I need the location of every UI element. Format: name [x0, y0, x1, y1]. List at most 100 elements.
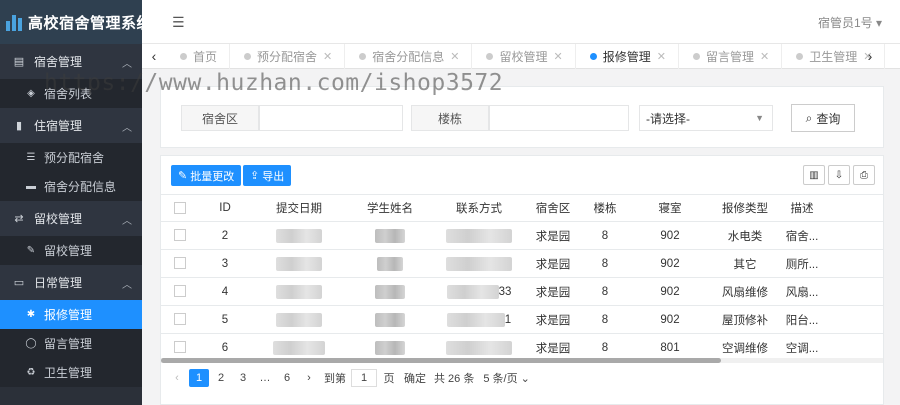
cell-room: 902	[660, 229, 680, 242]
sidebar-item-hygiene[interactable]: ♻ 卫生管理	[0, 358, 142, 387]
cell-id: 6	[221, 341, 229, 354]
sidebar-item-stay[interactable]: ✎ 留校管理	[0, 236, 142, 265]
menu-group-lodging[interactable]: ▮ 住宿管理 ︿	[0, 108, 142, 143]
column-header: 联系方式	[456, 203, 502, 215]
column-header: 描述	[790, 203, 814, 215]
tab-stay[interactable]: 留校管理 ✕	[472, 43, 576, 69]
row-checkbox[interactable]	[161, 257, 199, 270]
list-icon: ☰	[26, 152, 36, 163]
next-page-button[interactable]: ›	[299, 369, 319, 387]
cell-date-redacted	[251, 340, 347, 355]
cell-id: 2	[221, 229, 229, 242]
cell-type: 其它	[733, 258, 757, 271]
desktop-icon: ▭	[13, 277, 25, 289]
cell-room: 902	[660, 285, 680, 298]
column-header: 报修类型	[722, 203, 768, 215]
cell-date-redacted	[251, 312, 347, 327]
chevron-left-icon[interactable]: ‹	[142, 48, 166, 64]
sidebar-item-label: 留言管理	[44, 337, 93, 351]
table-row[interactable]: 4 33 求是园 8 902 风扇维修 风扇...	[161, 278, 883, 306]
print-icon[interactable]: ⎙	[853, 165, 875, 185]
page-6-button[interactable]: 6	[277, 369, 297, 387]
row-checkbox[interactable]	[161, 341, 199, 354]
batch-update-button[interactable]: ✎ 批量更改	[171, 165, 242, 186]
menu-group-label: 宿舍管理	[34, 55, 83, 69]
menu-group-daily[interactable]: ▭ 日常管理 ︿	[0, 265, 142, 300]
tab-assign-info[interactable]: 宿舍分配信息 ✕	[345, 43, 473, 69]
column-header: 提交日期	[276, 203, 322, 215]
close-icon[interactable]: ✕	[760, 50, 769, 63]
row-checkbox[interactable]	[161, 229, 199, 242]
sidebar-item-repair[interactable]: ✱ 报修管理	[0, 300, 142, 329]
recycle-icon: ♻	[26, 367, 36, 378]
scrollbar-thumb[interactable]	[161, 358, 721, 363]
building-input[interactable]	[489, 105, 629, 131]
goto-page-input[interactable]: 1	[351, 369, 377, 387]
hamburger-icon[interactable]: ☰	[172, 14, 185, 31]
cell-id: 5	[221, 313, 229, 326]
status-select[interactable]: -请选择- ▼	[639, 105, 773, 131]
menu-group-label: 住宿管理	[34, 119, 83, 133]
page-3-button[interactable]: 3	[233, 369, 253, 387]
cell-room: 902	[660, 313, 680, 326]
row-checkbox[interactable]	[161, 313, 199, 326]
select-all-checkbox[interactable]	[161, 201, 199, 214]
table-row[interactable]: 3 求是园 8 902 其它 厕所...	[161, 250, 883, 278]
goto-confirm-button[interactable]: 确定	[401, 369, 429, 387]
table-row[interactable]: 5 1 求是园 8 902 屋顶修补 阳台...	[161, 306, 883, 334]
comment-icon: ◯	[25, 338, 37, 349]
cell-desc: 空调...	[785, 342, 819, 355]
table-row[interactable]: 2 求是园 8 902 水电类 宿舍...	[161, 222, 883, 250]
export-button[interactable]: ⇪ 导出	[243, 165, 292, 186]
cell-phone-redacted	[433, 256, 525, 271]
sidebar-item-assign-info[interactable]: ▬ 宿舍分配信息	[0, 172, 142, 201]
prev-page-button[interactable]: ‹	[167, 369, 187, 387]
tab-label: 留校管理	[499, 49, 548, 64]
app-title: 高校宿舍管理系统	[28, 14, 153, 32]
tab-repair[interactable]: 报修管理 ✕	[576, 43, 679, 69]
building-icon: ▤	[13, 56, 25, 68]
chevron-up-icon: ︿	[122, 59, 132, 70]
cell-building: 8	[601, 341, 609, 354]
building-label: 楼栋	[411, 105, 489, 131]
cell-area: 求是园	[535, 286, 571, 299]
area-input[interactable]	[259, 105, 403, 131]
cell-area: 求是园	[535, 230, 571, 243]
tab-messages[interactable]: 留言管理 ✕	[679, 43, 783, 69]
cell-phone-redacted: 33	[433, 284, 525, 299]
sidebar-item-pre-assign[interactable]: ☰ 预分配宿舍	[0, 143, 142, 172]
tab-dot	[692, 52, 700, 60]
cube-icon: ◈	[27, 88, 35, 99]
cell-phone-redacted	[433, 340, 525, 355]
tab-dot	[244, 52, 252, 60]
close-icon[interactable]: ✕	[657, 50, 666, 63]
search-button[interactable]: ⌕ 查询	[791, 104, 855, 132]
tab-dot	[180, 52, 187, 60]
page-1-button[interactable]: 1	[189, 369, 209, 387]
caret-down-icon: ▼	[755, 113, 764, 123]
tab-dot	[359, 52, 367, 60]
cell-date-redacted	[251, 228, 347, 243]
edit-icon: ✎	[26, 245, 36, 256]
close-icon[interactable]: ✕	[323, 50, 332, 63]
chevron-up-icon: ︿	[122, 123, 132, 134]
cell-area: 求是园	[535, 342, 571, 355]
column-header: 楼栋	[593, 203, 617, 215]
close-icon[interactable]: ✕	[450, 50, 459, 63]
row-checkbox[interactable]	[161, 285, 199, 298]
page-2-button[interactable]: 2	[211, 369, 231, 387]
search-button-label: 查询	[816, 111, 841, 126]
user-menu[interactable]: 宿管员1号 ▾	[818, 14, 882, 31]
download-icon[interactable]: ⇩	[828, 165, 850, 185]
close-icon[interactable]: ✕	[554, 50, 563, 63]
cell-building: 8	[601, 229, 609, 242]
page-size-select[interactable]: 5 条/页 ⌄	[479, 370, 533, 386]
tab-pre-assign[interactable]: 预分配宿舍 ✕	[230, 43, 346, 69]
menu-group-stay[interactable]: ⇄ 留校管理 ︿	[0, 201, 142, 236]
columns-icon[interactable]: ▥	[803, 165, 825, 185]
horizontal-scrollbar[interactable]	[161, 358, 883, 363]
chevron-right-icon[interactable]: ›	[858, 48, 882, 64]
cell-desc: 厕所...	[785, 258, 819, 271]
tab-home[interactable]: 首页	[166, 43, 231, 69]
sidebar-item-messages[interactable]: ◯ 留言管理	[0, 329, 142, 358]
